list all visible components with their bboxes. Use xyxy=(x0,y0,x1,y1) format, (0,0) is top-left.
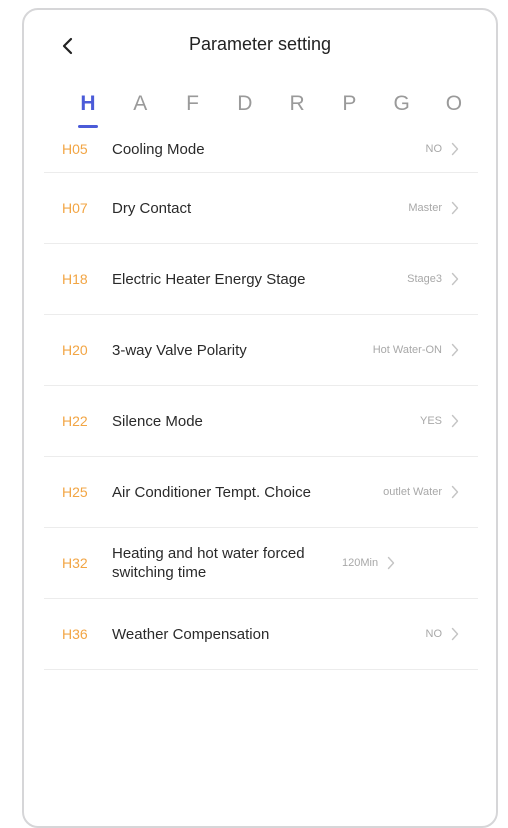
param-value: Stage3 xyxy=(407,273,442,285)
tab-d[interactable]: D xyxy=(229,82,261,126)
tab-f[interactable]: F xyxy=(177,82,209,126)
param-value: NO xyxy=(425,143,443,155)
chevron-right-icon xyxy=(448,199,462,217)
param-name: Air Conditioner Tempt. Choice xyxy=(112,483,311,501)
tab-label: P xyxy=(342,92,357,115)
param-name: Cooling Mode xyxy=(112,140,205,158)
chevron-left-icon xyxy=(62,37,73,55)
header: Parameter setting xyxy=(24,10,496,82)
param-code: H25 xyxy=(62,484,88,500)
tab-r[interactable]: R xyxy=(281,82,313,126)
chevron-right-icon xyxy=(384,554,398,572)
param-row-h20[interactable]: H20 3-way Valve Polarity Hot Water-ON xyxy=(44,315,478,386)
param-value: Hot Water-ON xyxy=(372,344,442,356)
chevron-right-icon xyxy=(448,625,462,643)
back-button[interactable] xyxy=(54,32,82,60)
tab-label: H xyxy=(80,92,96,115)
tab-g[interactable]: G xyxy=(386,82,418,126)
param-row-h07[interactable]: H07 Dry Contact Master xyxy=(44,173,478,244)
chevron-right-icon xyxy=(448,412,462,430)
tab-o[interactable]: O xyxy=(438,82,470,126)
tab-label: O xyxy=(445,92,463,115)
param-name: Electric Heater Energy Stage xyxy=(112,270,306,288)
tab-label: F xyxy=(186,92,199,115)
param-value: Master xyxy=(408,202,442,214)
param-row-h32[interactable]: H32 Heating and hot water forced switchin… xyxy=(44,528,478,599)
param-row-h18[interactable]: H18 Electric Heater Energy Stage Stage3 xyxy=(44,244,478,315)
param-code: H18 xyxy=(62,271,88,287)
param-row-h22[interactable]: H22 Silence Mode YES xyxy=(44,386,478,457)
page-title: Parameter setting xyxy=(188,34,332,54)
tab-label: G xyxy=(393,92,410,115)
param-code: H32 xyxy=(62,555,88,571)
param-value: outlet Water xyxy=(383,486,442,498)
chevron-right-icon xyxy=(448,140,462,158)
parameter-list: H05 Cooling Mode NO H07 Dry Contact Master H18… xyxy=(44,126,478,670)
param-name: Dry Contact xyxy=(112,199,192,217)
tab-a[interactable]: A xyxy=(124,82,156,126)
param-value: NO xyxy=(425,628,443,640)
param-row-h05[interactable]: H05 Cooling Mode NO xyxy=(44,126,478,173)
param-code: H20 xyxy=(62,342,88,358)
tab-label: D xyxy=(237,92,253,115)
tab-label: R xyxy=(289,92,305,115)
phone-frame: Parameter setting H A F D R P G O H05 Cooling Mo… xyxy=(22,8,498,828)
param-value: 120Min xyxy=(342,557,379,569)
chevron-right-icon xyxy=(448,483,462,501)
param-name: Weather Compensation xyxy=(112,625,270,643)
param-code: H36 xyxy=(62,626,88,642)
param-name: Heating and hot water forced switching t… xyxy=(112,545,305,581)
param-code: H05 xyxy=(62,141,88,157)
tab-label: A xyxy=(133,92,148,115)
param-name: 3-way Valve Polarity xyxy=(112,341,247,359)
param-row-h25[interactable]: H25 Air Conditioner Tempt. Choice outlet W… xyxy=(44,457,478,528)
param-code: H07 xyxy=(62,200,88,216)
param-name: Silence Mode xyxy=(112,412,203,430)
chevron-right-icon xyxy=(448,341,462,359)
tab-h[interactable]: H xyxy=(72,82,104,128)
param-code: H22 xyxy=(62,413,88,429)
tab-p[interactable]: P xyxy=(333,82,365,126)
chevron-right-icon xyxy=(448,270,462,288)
param-row-h36[interactable]: H36 Weather Compensation NO xyxy=(44,599,478,670)
param-value: YES xyxy=(419,415,442,427)
